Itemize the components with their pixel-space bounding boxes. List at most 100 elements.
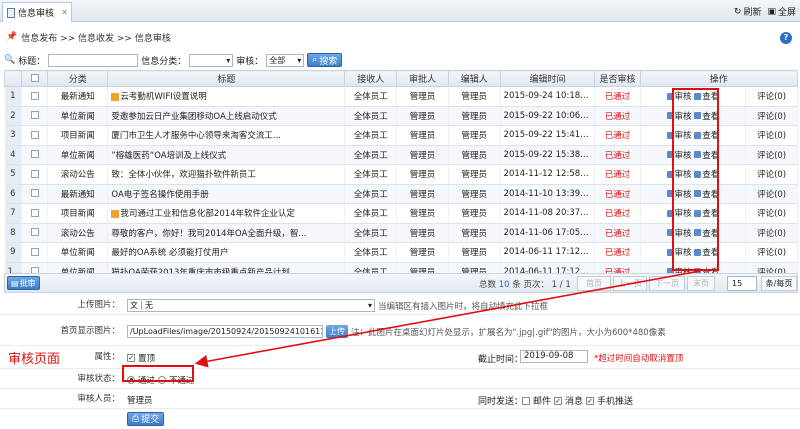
- fullscreen-button[interactable]: ▣ 全屏: [767, 5, 796, 19]
- row-editor: 管理员: [448, 184, 501, 204]
- row-editor: 管理员: [448, 164, 501, 185]
- row-title[interactable]: ”榕雄医药“OA培训及上线仪式: [107, 145, 346, 165]
- row-title[interactable]: 尊敬的客户，你好！我司2014年OA全面升级，智...: [107, 223, 346, 243]
- breadcrumb-text: 信息发布 >> 信息收发 >> 信息审核: [21, 33, 171, 44]
- deadline-input[interactable]: 2019-09-08: [520, 350, 588, 363]
- row-receiver: 全体员工: [344, 203, 398, 224]
- row-checkbox[interactable]: [21, 223, 49, 243]
- col-number: [3, 70, 23, 87]
- first-page-button[interactable]: 首页: [577, 276, 611, 291]
- flag-icon: [111, 92, 120, 101]
- refresh-button[interactable]: ↻ 刷新: [733, 5, 762, 19]
- row-status: 已通过: [594, 242, 641, 263]
- row-category: 项目新闻: [47, 203, 109, 224]
- refresh-icon: ↻: [733, 6, 742, 17]
- row-status: 已通过: [594, 223, 641, 243]
- comment-link[interactable]: 评论(0): [745, 164, 798, 185]
- filter-bar: 🔍 标题： 信息分类： ▾ 审核： 全部 ▾ ⌕ 搜索: [4, 52, 343, 68]
- sync-sms-checkbox[interactable]: ✓: [586, 396, 595, 405]
- row-checkbox[interactable]: [21, 125, 49, 146]
- chevron-down-icon: ▾: [226, 55, 231, 65]
- row-checkbox[interactable]: [21, 242, 49, 263]
- col-edit-time: 编辑时间: [499, 70, 596, 87]
- category-filter-select[interactable]: ▾: [189, 53, 234, 67]
- audit-status-row: 审核状态： 通过 不通过: [0, 370, 800, 389]
- per-page-button[interactable]: 条/每页: [761, 276, 797, 291]
- close-icon[interactable]: ✕: [61, 8, 68, 17]
- row-category: 项目新闻: [47, 125, 109, 146]
- row-status: 已通过: [594, 203, 641, 224]
- row-number: 7: [4, 203, 23, 224]
- page-size-input[interactable]: 15: [727, 276, 757, 291]
- row-approver: 管理员: [396, 184, 449, 204]
- row-approver: 管理员: [396, 145, 449, 165]
- comment-link[interactable]: 评论(0): [745, 145, 798, 165]
- comment-link[interactable]: 评论(0): [745, 106, 798, 126]
- row-title[interactable]: 受邀参加云日产业集团移动OA上线启动仪式: [107, 106, 346, 126]
- table-header-row: 分类 标题 接收人 审批人 编辑人 编辑时间 是否审核 操作: [3, 70, 799, 87]
- row-editor: 管理员: [448, 223, 501, 243]
- help-icon[interactable]: ?: [780, 32, 792, 44]
- row-checkbox[interactable]: [21, 86, 49, 107]
- sync-label: 同时发送：: [478, 397, 524, 407]
- row-status: 已通过: [594, 164, 641, 185]
- auditor-value: 管理员: [127, 395, 153, 406]
- upload-button[interactable]: 上传: [326, 325, 348, 338]
- pin-icon: 📌: [6, 32, 18, 42]
- row-editor: 管理员: [448, 106, 501, 126]
- annotation-label: 审核页面: [8, 352, 61, 367]
- row-title[interactable]: 云考勤机WIFI设置说明: [107, 86, 346, 107]
- upload-select[interactable]: 文无 ▾: [127, 299, 375, 312]
- display-image-row: 首页显示图片： /UpLoadFiles/image/20150924/2015…: [0, 316, 800, 346]
- row-approver: 管理员: [396, 223, 449, 243]
- title-filter-input[interactable]: [48, 53, 139, 67]
- comment-link[interactable]: 评论(0): [745, 86, 798, 107]
- row-status: 已通过: [594, 184, 641, 204]
- row-category: 滚动公告: [47, 223, 109, 243]
- row-title[interactable]: 致：全体小伙伴，欢迎猫扑软件新员工: [107, 164, 346, 185]
- fullscreen-icon: ▣: [767, 6, 776, 17]
- row-checkbox[interactable]: [21, 106, 49, 126]
- row-editor: 管理员: [448, 86, 501, 107]
- page-info: 总数 10 条 页次： 1 / 1: [479, 280, 571, 290]
- display-image-path-input[interactable]: /UpLoadFiles/image/20150924/201509241016…: [127, 325, 323, 338]
- audit-filter-select[interactable]: 全部 ▾: [266, 53, 305, 67]
- row-title[interactable]: OA电子签名操作使用手册: [107, 184, 346, 204]
- row-receiver: 全体员工: [344, 164, 398, 185]
- prev-page-button[interactable]: 上一页: [613, 276, 647, 291]
- comment-link[interactable]: 评论(0): [745, 242, 798, 263]
- row-checkbox[interactable]: [21, 145, 49, 165]
- row-title[interactable]: 最好的OA系统 必须能打仗用户: [107, 242, 346, 263]
- comment-link[interactable]: 评论(0): [745, 203, 798, 224]
- last-page-button[interactable]: 末页: [687, 276, 715, 291]
- search-button[interactable]: ⌕ 搜索: [307, 53, 343, 67]
- row-number: 4: [4, 145, 23, 165]
- comment-link[interactable]: 评论(0): [745, 223, 798, 243]
- row-number: 2: [4, 106, 23, 126]
- row-edit-time: 2015-09-22 15:41:07: [500, 125, 596, 146]
- col-actions: 操作: [639, 70, 799, 87]
- col-select-all[interactable]: [21, 70, 49, 87]
- row-checkbox[interactable]: [21, 184, 49, 204]
- chevron-down-icon: ▾: [367, 301, 372, 310]
- row-title[interactable]: 厦门市卫生人才服务中心领导来淘客交流工...: [107, 125, 346, 146]
- row-number: 9: [4, 242, 23, 263]
- tab-info-audit[interactable]: 信息审核 ✕: [2, 2, 72, 22]
- submit-button[interactable]: ⎙ 提交: [127, 411, 165, 426]
- row-checkbox[interactable]: [21, 164, 49, 185]
- row-receiver: 全体员工: [344, 106, 398, 126]
- next-page-button[interactable]: 下一页: [649, 276, 685, 291]
- breadcrumb: 📌 信息发布 >> 信息收发 >> 信息审核: [0, 28, 800, 46]
- document-icon: [7, 7, 15, 18]
- comment-link[interactable]: 评论(0): [745, 184, 798, 204]
- batch-audit-button[interactable]: ▤ 批审: [7, 276, 40, 290]
- row-approver: 管理员: [396, 125, 449, 146]
- row-checkbox[interactable]: [21, 203, 49, 224]
- comment-link[interactable]: 评论(0): [745, 125, 798, 146]
- row-title[interactable]: 我司通过工业和信息化部2014年软件企业认定: [107, 203, 346, 224]
- sync-mail-checkbox[interactable]: [522, 396, 530, 405]
- pin-top-label: 置顶: [138, 353, 156, 364]
- pin-top-checkbox[interactable]: ✓: [127, 353, 135, 362]
- sync-msg-checkbox[interactable]: ✓: [554, 396, 563, 405]
- row-category: 最新通知: [47, 184, 109, 204]
